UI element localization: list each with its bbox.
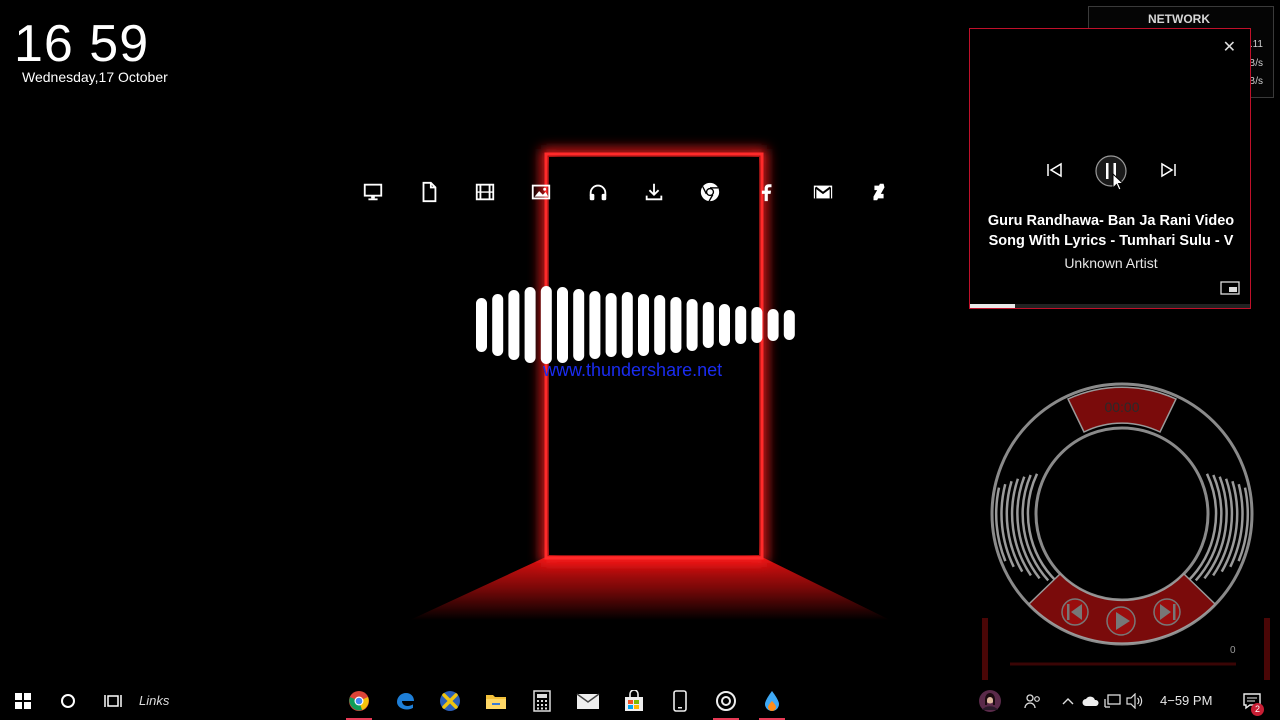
volume-bar-left xyxy=(982,618,988,680)
notification-badge: 2 xyxy=(1251,703,1264,716)
circular-player xyxy=(982,382,1270,680)
taskbar-app-phone[interactable] xyxy=(661,682,699,720)
circular-player-volume: 0 xyxy=(1230,645,1236,656)
level-meter-arc xyxy=(1194,474,1223,582)
taskbar-app-chrome[interactable] xyxy=(340,682,378,720)
circular-previous-button[interactable] xyxy=(1061,598,1089,626)
edge-icon xyxy=(397,693,414,710)
chevron-up-icon xyxy=(1062,698,1074,705)
avatar-icon xyxy=(979,690,1001,712)
taskbar-app-groove[interactable] xyxy=(707,682,745,720)
speaker-icon xyxy=(1126,693,1143,709)
network-icon xyxy=(1104,694,1121,708)
windows-icon xyxy=(15,693,31,709)
cortana-button[interactable] xyxy=(51,682,85,720)
people-icon xyxy=(1024,694,1040,709)
calculator-icon xyxy=(533,690,551,712)
network-button[interactable] xyxy=(1102,682,1124,720)
taskbar: Links 4−59 PM 2 xyxy=(0,682,1280,720)
onedrive-button[interactable] xyxy=(1080,682,1102,720)
groove-icon xyxy=(716,691,736,711)
taskbar-app-store[interactable] xyxy=(615,682,653,720)
chrome-icon xyxy=(349,691,369,711)
taskbar-app-xbox[interactable] xyxy=(431,682,469,720)
taskbar-app-edge[interactable] xyxy=(386,682,424,720)
droplet-icon xyxy=(765,691,779,711)
circular-player-level-meter xyxy=(994,473,1250,583)
taskbar-app-file-explorer[interactable] xyxy=(477,682,515,720)
volume-button[interactable] xyxy=(1124,682,1146,720)
show-hidden-icons-button[interactable] xyxy=(1058,682,1078,720)
circular-play-button[interactable] xyxy=(1106,606,1136,636)
cortana-icon xyxy=(61,694,75,708)
people-button[interactable] xyxy=(1020,682,1046,720)
links-toolbar[interactable]: Links xyxy=(139,693,169,708)
avatar[interactable] xyxy=(975,682,1005,720)
xbox-icon xyxy=(440,691,460,711)
taskbar-app-droplet[interactable] xyxy=(753,682,791,720)
mail-icon xyxy=(576,693,600,709)
volume-bar-right xyxy=(1264,618,1270,680)
level-meter-arc xyxy=(1021,474,1050,582)
start-button[interactable] xyxy=(6,682,40,720)
taskbar-app-mail[interactable] xyxy=(569,682,607,720)
cloud-icon xyxy=(1082,696,1099,706)
phone-icon xyxy=(673,690,687,712)
task-view-button[interactable] xyxy=(96,682,130,720)
circular-player-time: 00:00 xyxy=(1104,399,1140,415)
taskbar-app-calculator[interactable] xyxy=(523,682,561,720)
task-view-icon xyxy=(104,695,122,707)
file-explorer-icon xyxy=(486,695,506,709)
taskbar-clock[interactable]: 4−59 PM xyxy=(1160,693,1212,708)
store-icon xyxy=(625,690,643,711)
circular-next-button[interactable] xyxy=(1153,598,1181,626)
